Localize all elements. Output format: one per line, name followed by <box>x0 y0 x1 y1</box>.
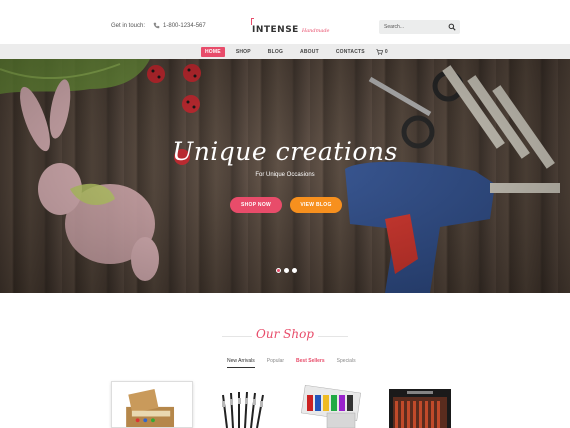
shop-section-header: Our Shop <box>0 327 570 345</box>
tab-new-arrivals[interactable]: New Arrivals <box>227 358 255 368</box>
product-image-pencil-tin <box>389 389 451 428</box>
product-card-easel-set[interactable] <box>111 381 193 428</box>
phone-text: 1-800-1234-567 <box>163 22 206 29</box>
slider-dot-3[interactable] <box>292 268 297 273</box>
search-box <box>379 20 460 34</box>
contact-info: Get in touch: 1-800-1234-567 <box>111 22 206 29</box>
logo-mark-icon <box>251 18 254 25</box>
shop-tabs: New Arrivals Popular Best Sellers Specia… <box>227 358 356 368</box>
search-input[interactable] <box>384 24 446 30</box>
product-image-easel-set <box>126 388 175 427</box>
tab-popular[interactable]: Popular <box>267 358 284 368</box>
shop-title: Our Shop <box>256 327 314 341</box>
product-grid <box>0 381 570 428</box>
slider-pagination <box>276 268 297 273</box>
header: Get in touch: 1-800-1234-567 INTENSE Han… <box>0 0 570 44</box>
product-card-pencil-tin[interactable] <box>389 381 471 428</box>
cart-button[interactable]: 0 <box>376 49 388 55</box>
product-image-acrylic-paints <box>301 384 361 428</box>
view-blog-button[interactable]: VIEW BLOG <box>290 197 342 213</box>
hero-slider: Unique creations For Unique Occasions SH… <box>0 59 570 293</box>
hero-title: Unique creations <box>172 137 398 166</box>
cart-icon <box>376 48 383 55</box>
tab-specials[interactable]: Specials <box>337 358 356 368</box>
hero-subtitle: For Unique Occasions <box>255 172 315 178</box>
product-image-brushes <box>222 391 264 428</box>
main-nav: HOME SHOP BLOG ABOUT CONTACTS 0 <box>0 44 570 59</box>
nav-item-home[interactable]: HOME <box>201 46 225 57</box>
slider-dot-1[interactable] <box>276 268 281 273</box>
phone-icon <box>153 22 160 29</box>
tab-best-sellers[interactable]: Best Sellers <box>296 358 325 368</box>
logo-tagline: Handmade <box>301 28 330 34</box>
logo-text: INTENSE <box>252 25 299 35</box>
product-card-acrylic-paints[interactable] <box>299 381 381 428</box>
slider-dot-2[interactable] <box>284 268 289 273</box>
nav-item-contacts[interactable]: CONTACTS <box>330 47 371 57</box>
cart-count: 0 <box>384 48 388 55</box>
nav-item-shop[interactable]: SHOP <box>230 47 257 57</box>
search-icon[interactable] <box>448 23 456 31</box>
shop-now-button[interactable]: SHOP NOW <box>230 197 282 213</box>
product-card-brushes[interactable] <box>205 381 287 428</box>
contact-label: Get in touch: <box>111 22 146 29</box>
logo[interactable]: INTENSE Handmade <box>251 17 330 35</box>
phone-number[interactable]: 1-800-1234-567 <box>153 22 206 29</box>
nav-item-about[interactable]: ABOUT <box>294 47 325 57</box>
nav-item-blog[interactable]: BLOG <box>262 47 289 57</box>
